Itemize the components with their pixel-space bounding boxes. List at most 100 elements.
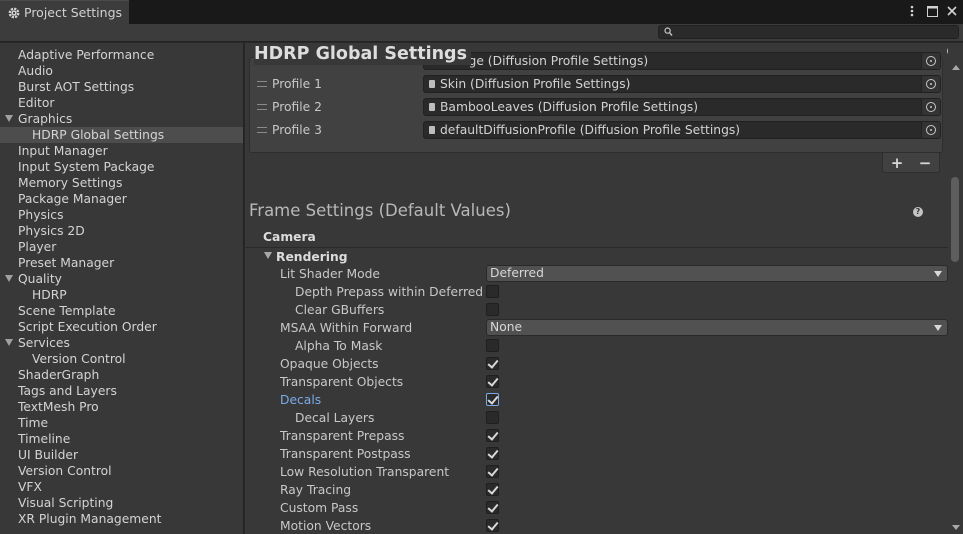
profile-row: Profile 2 BambooLeaves (Diffusion Profile…	[250, 96, 942, 119]
sidebar-item-label: HDRP Global Settings	[32, 128, 165, 142]
profile-object-field[interactable]: Foliage (Diffusion Profile Settings)	[423, 52, 941, 70]
setting-checkbox[interactable]	[486, 519, 499, 532]
sidebar-item[interactable]: Player	[0, 239, 243, 255]
object-picker-icon[interactable]	[921, 99, 940, 115]
sidebar-item[interactable]: Graphics	[0, 111, 243, 127]
sidebar-item-label: Time	[18, 416, 49, 430]
setting-label: Opaque Objects	[280, 357, 379, 371]
setting-checkbox[interactable]	[486, 393, 499, 406]
sidebar-item[interactable]: Input Manager	[0, 143, 243, 159]
sidebar-item[interactable]: Visual Scripting	[0, 495, 243, 511]
setting-label: Decal Layers	[295, 411, 375, 425]
profile-label: Profile 2	[272, 100, 322, 114]
setting-checkbox[interactable]	[486, 285, 499, 298]
camera-header[interactable]: Camera	[245, 227, 950, 248]
sidebar-item[interactable]: Tags and Layers	[0, 383, 243, 399]
sidebar-item[interactable]: VFX	[0, 479, 243, 495]
sidebar-item[interactable]: Script Execution Order	[0, 319, 243, 335]
foldout-arrow-icon[interactable]	[5, 339, 13, 346]
tab-project-settings[interactable]: Project Settings	[0, 0, 129, 24]
setting-label: Motion Vectors	[280, 519, 372, 533]
sidebar-item[interactable]: Editor	[0, 95, 243, 111]
profile-object-field[interactable]: Skin (Diffusion Profile Settings)	[423, 75, 941, 93]
sidebar-item[interactable]: Memory Settings	[0, 175, 243, 191]
setting-checkbox[interactable]	[486, 303, 499, 316]
sidebar-item-label: Script Execution Order	[18, 320, 157, 334]
asset-icon	[429, 80, 435, 88]
sidebar-item[interactable]: Version Control	[0, 351, 243, 367]
sidebar-item[interactable]: Timeline	[0, 431, 243, 447]
vertical-scrollbar[interactable]	[948, 43, 963, 534]
setting-label: Depth Prepass within Deferred	[295, 285, 484, 299]
remove-profile-button[interactable]: −	[919, 154, 932, 172]
sidebar-item[interactable]: Quality	[0, 271, 243, 287]
settings-panel: HDRP Global Settings ? Profile 0Foliage …	[245, 43, 963, 534]
scrollbar-thumb[interactable]	[951, 177, 959, 262]
frame-setting-row: Low Resolution Transparent	[245, 463, 950, 481]
foldout-arrow-icon[interactable]	[5, 115, 13, 122]
sidebar-item[interactable]: ShaderGraph	[0, 367, 243, 383]
setting-checkbox[interactable]	[486, 447, 499, 460]
sidebar-item[interactable]: Package Manager	[0, 191, 243, 207]
sidebar-item[interactable]: HDRP Global Settings	[0, 127, 243, 143]
sidebar-item[interactable]: Scene Template	[0, 303, 243, 319]
sidebar-item[interactable]: Adaptive Performance	[0, 47, 243, 63]
more-options-icon[interactable]	[905, 3, 919, 19]
frame-settings-help-icon[interactable]: ?	[913, 207, 923, 217]
sidebar-item-label: Preset Manager	[18, 256, 115, 270]
search-input[interactable]	[658, 25, 959, 39]
sidebar-item[interactable]: TextMesh Pro	[0, 399, 243, 415]
sidebar-item[interactable]: Physics	[0, 207, 243, 223]
maximize-icon[interactable]	[925, 3, 939, 19]
sidebar-item[interactable]: HDRP	[0, 287, 243, 303]
object-picker-icon[interactable]	[921, 122, 940, 138]
profile-object-field[interactable]: defaultDiffusionProfile (Diffusion Profi…	[423, 121, 941, 139]
setting-dropdown[interactable]: None	[486, 319, 948, 336]
sidebar-item-label: XR Plugin Management	[18, 512, 162, 526]
foldout-arrow-icon[interactable]	[5, 275, 13, 282]
asset-icon	[429, 103, 435, 111]
setting-checkbox[interactable]	[486, 357, 499, 370]
sidebar-item[interactable]: Services	[0, 335, 243, 351]
drag-handle-icon[interactable]	[257, 81, 267, 87]
close-icon[interactable]	[945, 3, 959, 19]
page-title: HDRP Global Settings	[254, 43, 471, 65]
sidebar-item[interactable]: Physics 2D	[0, 223, 243, 239]
setting-label: Custom Pass	[280, 501, 359, 515]
profile-object-field[interactable]: BambooLeaves (Diffusion Profile Settings…	[423, 98, 941, 116]
setting-checkbox[interactable]	[486, 465, 499, 478]
drag-handle-icon[interactable]	[257, 127, 267, 133]
sidebar-item[interactable]: Audio	[0, 63, 243, 79]
setting-checkbox[interactable]	[486, 501, 499, 514]
setting-checkbox[interactable]	[486, 339, 499, 352]
add-profile-button[interactable]: +	[891, 154, 904, 172]
sidebar-item[interactable]: Preset Manager	[0, 255, 243, 271]
sidebar-item-label: Editor	[18, 96, 55, 110]
setting-checkbox[interactable]	[486, 429, 499, 442]
sidebar-item-label: Input System Package	[18, 160, 155, 174]
sidebar-item[interactable]: Burst AOT Settings	[0, 79, 243, 95]
setting-checkbox[interactable]	[486, 483, 499, 496]
setting-dropdown[interactable]: Deferred	[486, 265, 948, 282]
rendering-foldout[interactable]: Rendering	[245, 248, 950, 266]
frame-setting-row: Lit Shader Mode Deferred	[245, 265, 950, 283]
sidebar: Adaptive Performance Audio Burst AOT Setti…	[0, 43, 244, 534]
sidebar-item[interactable]: Version Control	[0, 463, 243, 479]
frame-setting-row: Transparent Postpass	[245, 445, 950, 463]
sidebar-item[interactable]: XR Plugin Management	[0, 511, 243, 527]
object-picker-icon[interactable]	[921, 76, 940, 92]
object-picker-icon[interactable]	[921, 53, 940, 69]
scroll-up-icon[interactable]	[952, 65, 960, 70]
title-bar: Project Settings	[0, 0, 963, 24]
foldout-arrow-icon	[264, 252, 272, 259]
setting-checkbox[interactable]	[486, 411, 499, 424]
sidebar-item[interactable]: UI Builder	[0, 447, 243, 463]
sidebar-item[interactable]: Time	[0, 415, 243, 431]
sidebar-item[interactable]: Input System Package	[0, 159, 243, 175]
scroll-down-icon[interactable]	[952, 525, 960, 530]
drag-handle-icon[interactable]	[257, 104, 267, 110]
sidebar-item-label: TextMesh Pro	[18, 400, 99, 414]
setting-label: MSAA Within Forward	[280, 321, 413, 335]
setting-checkbox[interactable]	[486, 375, 499, 388]
sidebar-item-label: Package Manager	[18, 192, 127, 206]
